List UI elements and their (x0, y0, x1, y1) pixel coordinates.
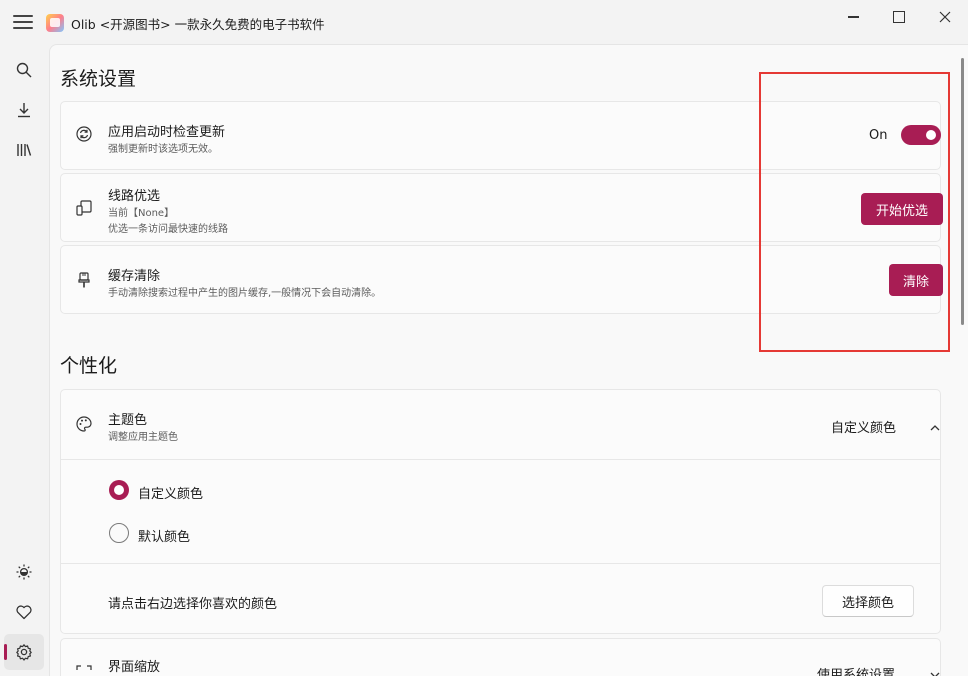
section-title-personal: 个性化 (60, 355, 118, 377)
update-title: 应用启动时检查更新 (108, 125, 226, 140)
nav-rail (0, 44, 48, 676)
library-icon (17, 144, 32, 156)
nav-item-theme[interactable] (4, 554, 44, 590)
section-title-system: 系统设置 (60, 68, 137, 90)
close-icon (939, 11, 951, 23)
chevron-up-icon (929, 419, 941, 431)
radio-custom-color[interactable] (109, 480, 129, 500)
divider (61, 459, 940, 460)
chevron-down-icon (929, 666, 941, 676)
menu-icon[interactable] (13, 13, 33, 31)
route-current: 当前【None】 (108, 208, 175, 219)
theme-icon (16, 564, 32, 580)
nav-item-search[interactable] (4, 52, 44, 88)
nav-item-download[interactable] (4, 92, 44, 128)
choose-color-button[interactable]: 选择颜色 (822, 585, 914, 617)
zoom-icon (75, 664, 93, 676)
highlight-annotation (759, 72, 950, 352)
radio-custom-color-label[interactable]: 自定义颜色 (138, 483, 203, 502)
ui-zoom-title: 界面缩放 (108, 660, 161, 675)
nav-item-favorites[interactable] (4, 594, 44, 630)
ui-zoom-expander[interactable]: 界面缩放 使用系统设置 (60, 638, 941, 676)
nav-item-settings[interactable] (4, 634, 44, 670)
divider (61, 563, 940, 564)
sync-icon (75, 125, 93, 143)
nav-item-library[interactable] (4, 132, 44, 168)
color-pick-prompt: 请点击右边选择你喜欢的颜色 (108, 597, 278, 612)
theme-color-desc: 调整应用主题色 (108, 432, 178, 443)
palette-icon (75, 415, 93, 433)
theme-color-header[interactable]: 主题色 调整应用主题色 自定义颜色 (61, 390, 940, 459)
maximize-button[interactable] (876, 0, 922, 34)
scrollbar[interactable] (961, 58, 964, 325)
theme-color-value: 自定义颜色 (831, 421, 897, 436)
route-title: 线路优选 (108, 189, 161, 204)
radio-default-color-label[interactable]: 默认颜色 (138, 526, 190, 545)
route-device-icon (75, 199, 93, 217)
brush-icon (75, 271, 93, 289)
app-logo-icon (46, 14, 64, 32)
update-desc: 强制更新时该选项无效。 (108, 144, 218, 155)
search-icon (16, 62, 32, 78)
download-icon (18, 103, 30, 118)
ui-zoom-value: 使用系统设置 (817, 668, 896, 676)
minimize-button[interactable] (830, 0, 876, 34)
route-desc: 优选一条访问最快速的线路 (108, 224, 228, 235)
theme-color-title: 主题色 (108, 413, 148, 428)
cache-desc: 手动清除搜索过程中产生的图片缓存,一般情况下会自动清除。 (108, 288, 382, 299)
close-button[interactable] (922, 0, 968, 34)
minimize-icon (847, 16, 859, 18)
theme-color-expander: 主题色 调整应用主题色 自定义颜色 自定义颜色 默认颜色 请点击右边选择你喜欢的… (60, 389, 941, 634)
settings-icon (16, 644, 32, 661)
radio-default-color[interactable] (109, 523, 129, 543)
title-bar: Olib <开源图书> 一款永久免费的电子书软件 (0, 0, 968, 44)
maximize-icon (893, 11, 905, 23)
cache-title: 缓存清除 (108, 269, 161, 284)
heart-icon (16, 605, 32, 620)
window-title: Olib <开源图书> 一款永久免费的电子书软件 (71, 17, 325, 32)
